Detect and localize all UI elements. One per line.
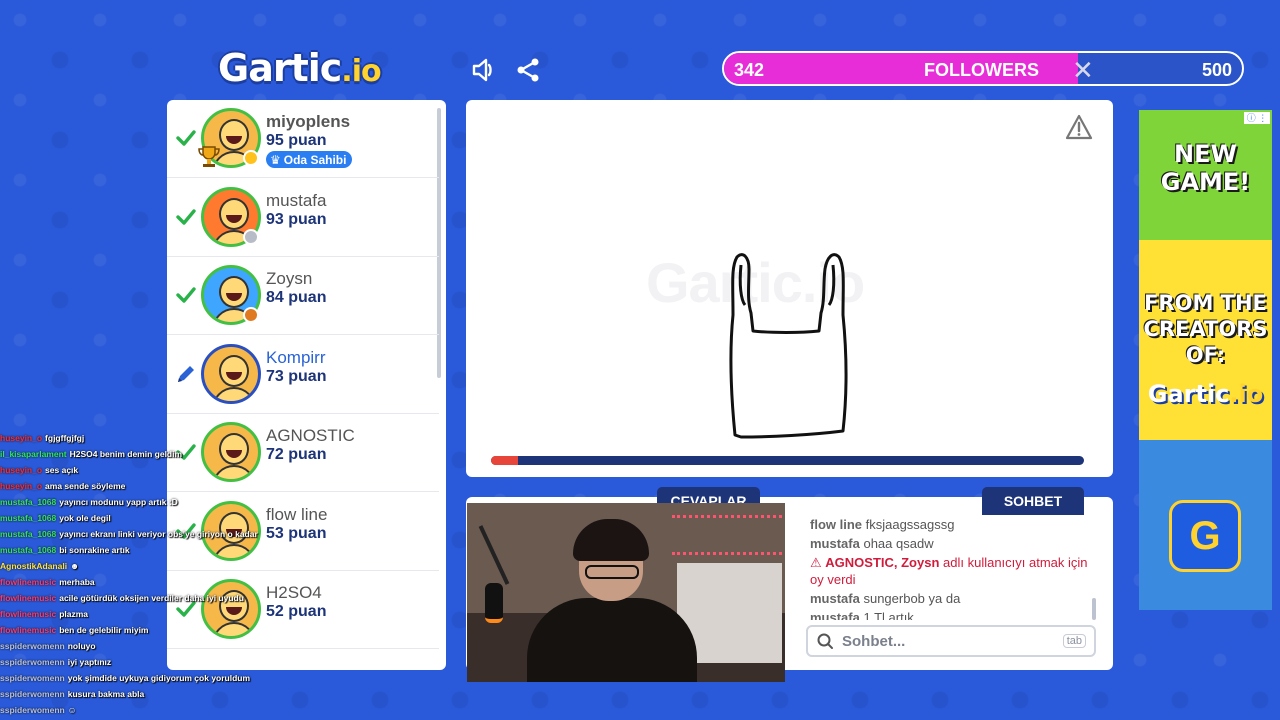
room-owner-label: Oda Sahibi	[283, 152, 347, 167]
chat-log[interactable]: flow line fksjaagssagssg mustafa ohaa qsa…	[810, 516, 1092, 620]
avatar[interactable]	[201, 343, 261, 404]
stream-chat-message: sspiderwomenn kusura bakma abla	[0, 689, 145, 699]
player-name: H2SO4	[266, 583, 322, 602]
player-name: flow line	[266, 504, 328, 524]
player-row[interactable]: mustafa 93 puan	[167, 179, 439, 257]
player-score: 52 puan	[266, 603, 327, 620]
check-icon	[175, 284, 197, 306]
chat-input-box[interactable]: tab	[806, 625, 1096, 657]
stream-chat-message: flowlinemusic merhaba	[0, 577, 95, 587]
stream-chat-message: huseyin_o fgjgffgjfgj	[0, 433, 85, 443]
avatar-face	[219, 119, 249, 151]
player-row[interactable]: Kompirr 73 puan	[167, 336, 439, 414]
room-owner-badge: ♛ Oda Sahibi	[266, 151, 353, 168]
round-timer-bar	[491, 456, 1084, 465]
player-score: 95 puan	[266, 132, 327, 149]
stream-chat-message: AgnostikAdanali ☻	[0, 561, 80, 571]
chat-message: mustafa sungerbob ya da	[810, 591, 961, 606]
advertisement[interactable]: ⓘ ⋮ NEW GAME! FROM THE CREATORS OF: Gart…	[1139, 110, 1272, 610]
trophy-icon	[198, 146, 220, 167]
stream-chat-message: sspiderwomenn noluyo	[0, 641, 96, 651]
player-score: 84 puan	[266, 289, 327, 306]
ad-info-icon[interactable]: ⓘ ⋮	[1244, 112, 1270, 124]
system-message: ⚠ AGNOSTIC, Zoysn adlı kullanıcıyı atmak…	[810, 555, 1088, 587]
tab-key-hint: tab	[1062, 634, 1086, 648]
player-name: Kompirr	[266, 347, 326, 367]
player-drawing	[729, 253, 848, 439]
stream-chat-message: sspiderwomenn iyi yaptınız	[0, 657, 112, 667]
search-icon	[817, 633, 833, 649]
crown-icon: ♛	[270, 152, 281, 167]
stream-chat-message: mustafa_1068 yok ole degil	[0, 513, 111, 523]
stream-chat-overlay: huseyin_o fgjgffgjfgj il_kisaparlament H2SO…	[0, 430, 270, 718]
stream-chat-message: mustafa_1068 yayıncı ekranı linki veriyor…	[0, 529, 258, 539]
gartic-logo[interactable]: Gartic.io	[218, 46, 398, 94]
streamer-glasses	[585, 565, 639, 579]
player-score: 53 puan	[266, 524, 327, 542]
webcam-overlay	[467, 503, 785, 682]
player-name: mustafa	[266, 190, 327, 210]
stream-chat-message: huseyin_o ses açık	[0, 465, 79, 475]
fairy-lights	[672, 515, 782, 555]
status-indicator	[243, 307, 259, 323]
check-icon	[175, 127, 197, 149]
stream-chat-message: huseyin_o ama sende söyleme	[0, 481, 126, 491]
followers-goal-bar: 342 FOLLOWERS ✕ 500	[722, 51, 1244, 86]
close-icon: ✕	[1072, 55, 1094, 85]
chat-scrollbar[interactable]	[1092, 598, 1096, 620]
stream-chat-message: flowlinemusic acile götürdük oksijen verd…	[0, 593, 244, 603]
player-score: 93 puan	[266, 210, 327, 228]
streamer-body	[527, 598, 697, 682]
avatar-body	[212, 386, 256, 401]
pencil-icon	[175, 363, 197, 385]
stream-chat-message: mustafa_1068 yayıncı modunu yapp artık :D	[0, 497, 178, 507]
ad-app-icon[interactable]: G	[1169, 500, 1241, 572]
status-indicator	[243, 150, 259, 166]
warning-icon[interactable]	[1065, 114, 1093, 140]
player-row[interactable]: miyoplens 95 puan ♛ Oda Sahibi	[167, 100, 439, 178]
followers-goal: 500	[1201, 60, 1232, 80]
stream-chat-message: sspiderwomenn ☺	[0, 705, 77, 715]
stream-chat-message: flowlinemusic plazma	[0, 609, 89, 619]
stream-chat-message: sspiderwomenn yok şimdide uykuya gidiyoru…	[0, 673, 251, 683]
followers-current: 342	[734, 60, 765, 80]
stream-chat-message: mustafa_1068 bi sonrakine artık	[0, 545, 130, 555]
ad-brand: Gartic.io	[1147, 380, 1264, 408]
followers-label: FOLLOWERS	[924, 60, 1039, 80]
chat-message: mustafa ohaa qsadw	[810, 536, 934, 551]
chat-message: mustafa 1 Tl artık	[810, 610, 914, 620]
ad-headline: NEW GAME!	[1160, 140, 1251, 196]
player-row[interactable]: Zoysn 84 puan	[167, 257, 439, 335]
chat-input[interactable]	[834, 632, 1063, 650]
microphone	[485, 583, 503, 623]
warning-icon: ⚠	[810, 555, 826, 570]
status-indicator	[243, 228, 259, 245]
avatar-face	[219, 276, 249, 308]
player-name: AGNOSTIC	[266, 426, 355, 445]
check-icon	[175, 206, 197, 228]
tab-chat[interactable]: SOHBET	[982, 487, 1084, 515]
chat-message: flow line fksjaagssagssg	[810, 517, 955, 532]
avatar-face	[219, 197, 249, 230]
stream-chat-message: il_kisaparlament H2SO4 benim demin geldim	[0, 449, 183, 459]
player-score: 73 puan	[266, 367, 327, 385]
avatar-face	[219, 354, 249, 387]
round-timer-fill	[491, 456, 518, 465]
ad-subline: FROM THE CREATORS OF:	[1143, 291, 1268, 367]
speaker-icon[interactable]	[470, 56, 498, 84]
player-name: miyoplens	[266, 112, 351, 131]
drawing-canvas[interactable]: Gartic.io	[466, 100, 1113, 477]
player-name: Zoysn	[266, 269, 313, 288]
share-icon[interactable]	[514, 56, 542, 84]
stream-chat-message: flowlinemusic ben de gelebilir miyim	[0, 625, 149, 635]
player-score: 72 puan	[266, 446, 327, 463]
